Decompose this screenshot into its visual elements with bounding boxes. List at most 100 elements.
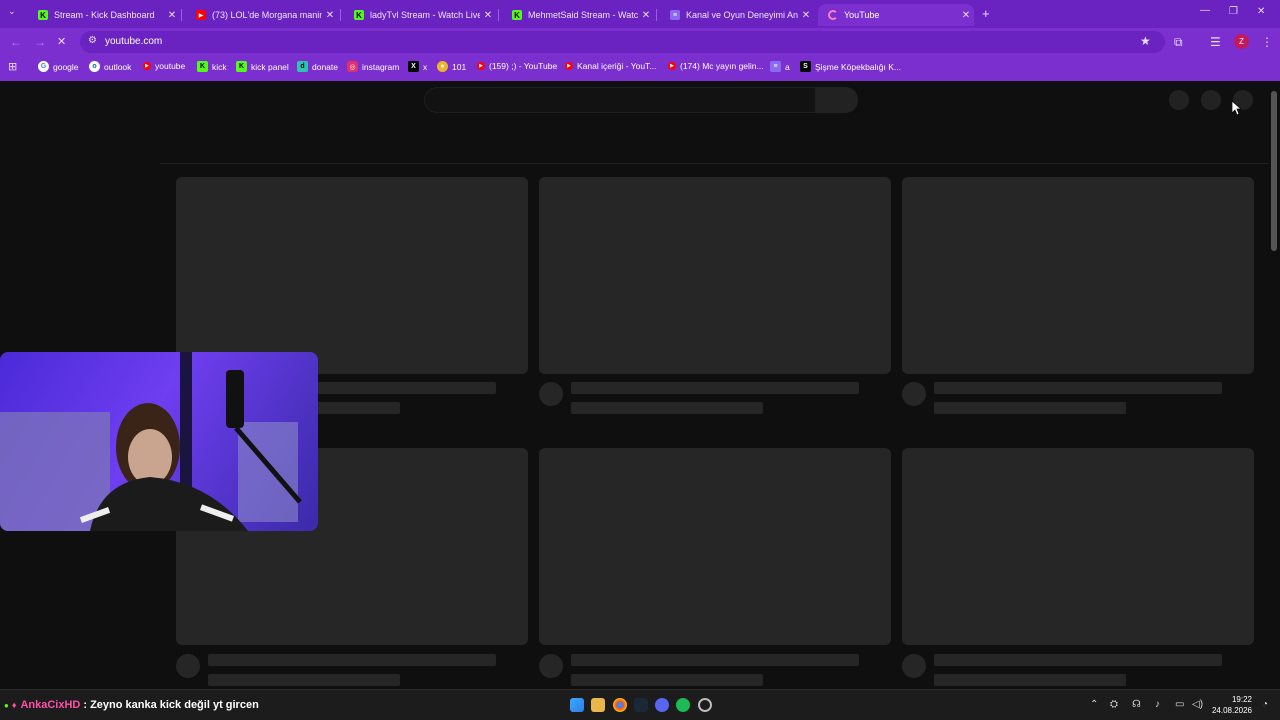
search-button[interactable] [816,87,858,113]
tab-title: ladyTvl Stream - Watch Live on [370,10,480,20]
apps-grid-icon[interactable]: ⊞ [8,60,17,73]
maximize-button[interactable]: ❐ [1229,6,1238,17]
bookmark-101[interactable]: ● 101 [437,61,466,72]
video-thumbnail-placeholder[interactable] [539,177,891,374]
donate-icon: d [297,61,308,72]
google-icon: G [38,61,49,72]
bookmark-kick-panel[interactable]: Kkick panel [236,61,289,72]
close-icon[interactable]: ✕ [480,10,496,21]
steam-icon[interactable] [634,698,648,712]
menu-kebab-icon[interactable]: ⋮ [1261,35,1273,49]
tab-youtube-active[interactable]: YouTube ✕ [818,4,974,26]
tab-separator [656,9,657,21]
youtube-icon: ▶ [668,62,676,70]
forward-button[interactable]: → [34,35,46,49]
extensions-icon[interactable]: ⧉ [1174,35,1183,50]
site-info-icon[interactable]: ⚙ [88,35,97,46]
bookmark-youtube-159[interactable]: ▶ (159) ;) - YouTube [477,61,557,71]
bookmark-mc-yayin[interactable]: ▶ (174) Mc yayın gelin... [668,61,764,71]
youtube-icon: ▶ [196,10,206,20]
close-icon[interactable]: ✕ [958,10,974,21]
reading-list-icon[interactable]: ☰ [1210,35,1221,49]
bookmark-youtube[interactable]: ▶ youtube [143,61,185,71]
title-line-placeholder [934,654,1222,666]
bookmark-label: x [423,61,428,72]
spotify-icon[interactable] [676,698,690,712]
app-icon[interactable] [698,698,712,712]
bookmark-kanal-icerigi[interactable]: ▶ Kanal içeriği - YouT... [565,61,656,71]
tab-kick-dashboard[interactable]: K Stream - Kick Dashboard ✕ [28,4,180,26]
tab-title: YouTube [844,10,880,20]
network-icon[interactable]: ▭ [1175,699,1184,710]
video-thumbnail-placeholder[interactable] [902,177,1254,374]
bookmark-label: 101 [452,61,467,72]
tray-overflow-icon[interactable]: ⌃ [1090,699,1098,710]
microphone-icon[interactable]: ♪ [1155,699,1160,710]
bookmark-label: youtube [155,61,186,71]
video-thumbnail-placeholder[interactable] [539,448,891,645]
bookmark-label: (159) ;) - YouTube [489,61,558,71]
chat-username: AnkaCixHD [20,699,81,711]
windows-start-icon[interactable] [570,698,584,712]
volume-icon[interactable]: ◁) [1192,699,1203,710]
meta-line-placeholder [208,674,400,686]
headset-icon[interactable]: ☊ [1132,699,1141,710]
bookmark-a[interactable]: ≡ a [770,61,790,72]
chip-bar-divider [160,163,1270,164]
back-button[interactable]: ← [10,35,22,49]
tab-ladytvl[interactable]: K ladyTvl Stream - Watch Live on ✕ [344,4,496,26]
video-thumbnail-placeholder[interactable] [176,177,528,374]
meta-line-placeholder [934,674,1126,686]
bookmark-label: outlook [104,61,132,72]
bookmark-x[interactable]: Xx [408,61,427,72]
close-icon[interactable]: ✕ [164,10,180,21]
tab-search-icon[interactable]: ⌄ [8,6,16,17]
search-input[interactable] [424,87,816,113]
address-url: youtube.com [105,36,163,47]
bookmark-donate[interactable]: d donate [297,61,338,72]
bookmark-sisme-kopekbaligi[interactable]: S Şişme Köpekbalığı K... [800,61,901,72]
bookmark-outlook[interactable]: o outlook [89,61,131,72]
bookmark-instagram[interactable]: ◎ instagram [347,61,399,72]
forms-icon: ≡ [670,10,680,20]
tab-strip: ⌄ K Stream - Kick Dashboard ✕ ▶ (73) LOL… [0,0,1280,28]
close-icon[interactable]: ✕ [638,10,654,21]
kick-icon: K [512,10,522,20]
new-tab-button[interactable]: + [982,6,990,21]
chrome-icon[interactable] [613,698,627,712]
profile-avatar[interactable]: Z [1234,34,1249,49]
file-explorer-icon[interactable] [591,698,605,712]
stop-loading-button[interactable]: ✕ [57,35,66,48]
close-icon[interactable]: ✕ [798,10,814,21]
tab-separator [340,9,341,21]
bookmark-kick[interactable]: Kkick [197,61,227,72]
clock-time: 19:22 [1231,695,1252,704]
scrollbar-thumb[interactable] [1271,91,1277,251]
system-clock[interactable]: 19:22 24.08.2026 [1212,694,1252,716]
tab-youtube-morgana[interactable]: ▶ (73) LOL'de Morgana maninsen ✕ [186,4,338,26]
bookmark-label: donate [312,61,338,72]
windows-taskbar: ● ♦ AnkaCixHD : Zeyno kanka kick değil y… [0,689,1280,720]
stream-chat-message: ● ♦ AnkaCixHD : Zeyno kanka kick değil y… [4,699,259,711]
bookmark-label: a [785,61,790,72]
address-bar[interactable]: ⚙ youtube.com ★ [80,31,1165,53]
notification-bell-icon[interactable]: ◔ [1262,699,1268,710]
page-scrollbar[interactable] [1268,81,1280,689]
bookmarks-bar: ⊞ Ggoogle o outlook ▶ youtube Kkick Kkick … [0,56,1280,80]
x-icon: X [408,61,419,72]
tab-title: Stream - Kick Dashboard [54,10,155,20]
tab-mehmetsaid[interactable]: K MehmetSaid Stream - Watch Li ✕ [502,4,654,26]
notifications-icon-placeholder[interactable] [1201,90,1221,110]
create-icon-placeholder[interactable] [1169,90,1189,110]
tab-separator [498,9,499,21]
video-thumbnail-placeholder[interactable] [902,448,1254,645]
channel-avatar-placeholder [176,654,200,678]
bookmark-star-icon[interactable]: ★ [1140,34,1151,48]
steam-tray-icon[interactable]: ⛭ [1110,699,1118,710]
close-window-button[interactable]: ✕ [1257,6,1265,17]
minimize-button[interactable]: — [1200,5,1210,16]
bookmark-google[interactable]: Ggoogle [38,61,79,72]
discord-icon[interactable] [655,698,669,712]
tab-kanal-anketi[interactable]: ≡ Kanal ve Oyun Deneyimi Anketi ✕ [660,4,814,26]
close-icon[interactable]: ✕ [322,10,338,21]
